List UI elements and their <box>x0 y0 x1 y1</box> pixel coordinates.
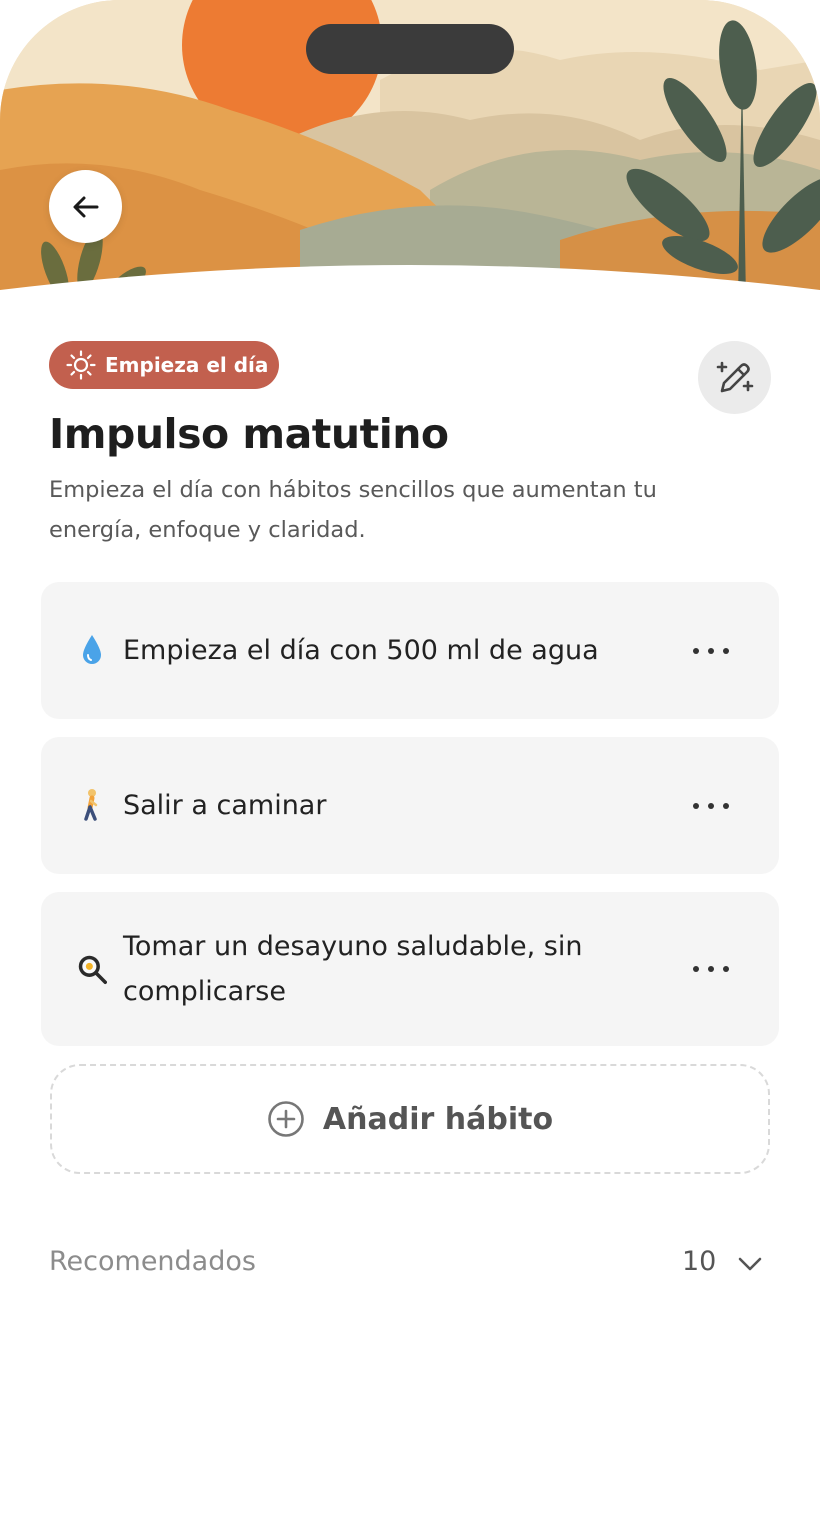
habit-card[interactable]: Empieza el día con 500 ml de agua <box>41 582 779 719</box>
person-walking-icon <box>77 788 107 822</box>
water-drop-icon <box>77 633 107 667</box>
frying-pan-egg-icon <box>77 952 107 986</box>
add-habit-button[interactable]: Añadir hábito <box>50 1064 770 1174</box>
back-button[interactable] <box>49 170 122 243</box>
habit-label: Empieza el día con 500 ml de agua <box>123 635 599 666</box>
category-tag: Empieza el día <box>49 341 279 389</box>
more-horizontal-icon[interactable] <box>693 800 729 812</box>
sun-icon <box>65 349 97 381</box>
category-tag-label: Empieza el día <box>105 353 269 377</box>
routine-description: Empieza el día con hábitos sencillos que… <box>49 477 657 543</box>
magic-wand-edit-icon <box>714 357 756 399</box>
recommended-count: 10 <box>682 1246 717 1277</box>
routine-title: Impulso matutino <box>49 410 449 458</box>
edit-routine-button[interactable] <box>698 341 771 414</box>
camera-notch <box>306 24 514 74</box>
more-horizontal-icon[interactable] <box>693 963 729 975</box>
habit-card[interactable]: Salir a caminar <box>41 737 779 874</box>
recommended-label: Recomendados <box>49 1246 256 1277</box>
more-horizontal-icon[interactable] <box>693 645 729 657</box>
screen: Empieza el día Impulso matutino Empieza … <box>0 0 820 1530</box>
hero-illustration <box>0 0 820 300</box>
habit-card[interactable]: Tomar un desayuno saludable, sin complic… <box>41 892 779 1046</box>
habit-label: Tomar un desayuno saludable, sin complic… <box>123 931 583 1007</box>
plus-circle-icon <box>267 1100 305 1138</box>
add-habit-label: Añadir hábito <box>322 1101 554 1137</box>
arrow-left-icon <box>70 191 102 223</box>
habit-label: Salir a caminar <box>123 790 327 821</box>
chevron-down-icon[interactable] <box>736 1250 764 1278</box>
